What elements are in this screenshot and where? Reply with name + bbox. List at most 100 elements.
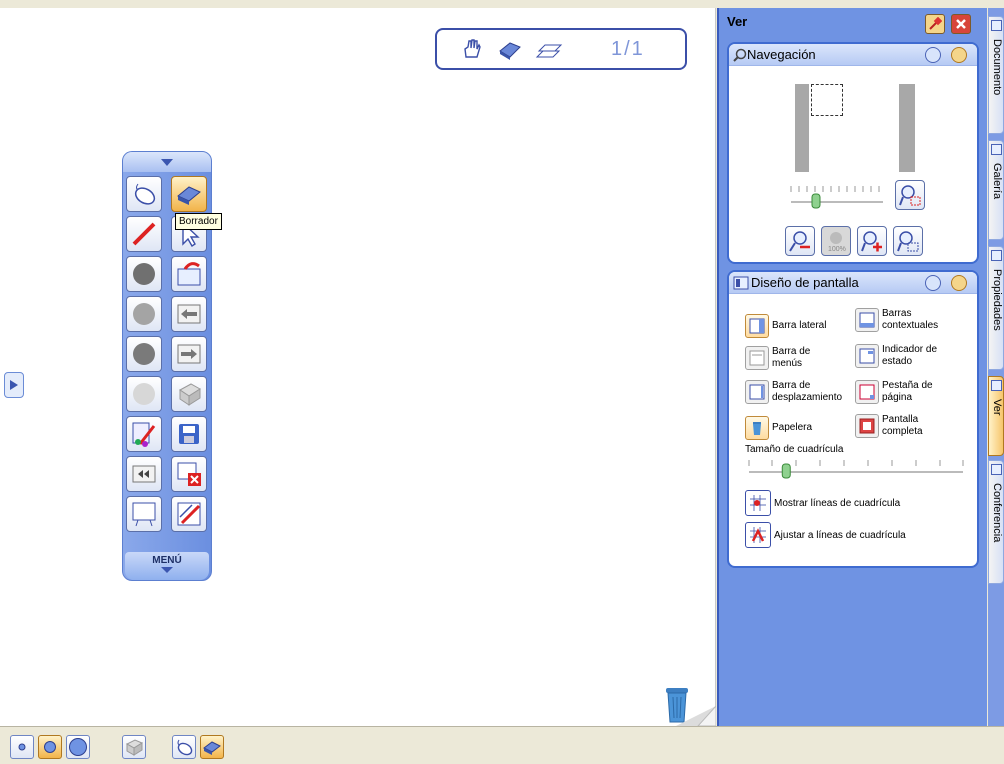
floppy-disk-icon <box>179 424 199 444</box>
eraser-mode-button[interactable] <box>200 735 224 759</box>
close-icon <box>956 19 966 29</box>
zoom-out-button[interactable] <box>785 226 815 256</box>
view-icon <box>991 380 1002 391</box>
pin-button[interactable] <box>925 14 945 34</box>
toolbar-menu-button[interactable]: MENÚ <box>125 552 209 580</box>
scrollbar-toggle[interactable]: Barra de desplazamiento <box>745 380 856 404</box>
highlighter-button[interactable] <box>126 296 162 332</box>
context-bars-toggle[interactable]: Barras contextuales <box>855 308 958 332</box>
gallery-icon <box>991 144 1002 155</box>
page-layers-icon[interactable] <box>533 35 563 63</box>
chevron-down-icon <box>161 567 173 573</box>
zoom-100-icon: 100% <box>828 232 846 253</box>
zoom-fit-icon <box>899 185 921 206</box>
trash-icon <box>745 416 769 440</box>
sidebar-toggle-button[interactable] <box>4 372 24 398</box>
show-grid-button[interactable]: Mostrar líneas de cuadrícula <box>745 490 900 516</box>
panel-header: Ver <box>727 14 981 36</box>
document-icon <box>991 20 1002 31</box>
large-dot-button[interactable] <box>66 735 90 759</box>
edit-pen-icon <box>177 502 201 526</box>
delete-page-button[interactable] <box>171 456 207 492</box>
show-grid-icon <box>745 490 771 516</box>
bottom-toolbar <box>0 726 1004 764</box>
pen-settings-button[interactable] <box>126 416 162 452</box>
medium-dot-button[interactable] <box>38 735 62 759</box>
open-page-button[interactable] <box>171 256 207 292</box>
eraser-icon[interactable] <box>495 35 525 63</box>
eraser-button[interactable] <box>171 176 207 212</box>
marker-button[interactable] <box>126 336 162 372</box>
rewind-icon <box>132 465 156 483</box>
pen-button[interactable] <box>126 216 162 252</box>
collapse-both-icon[interactable] <box>925 47 941 63</box>
rewind-button[interactable] <box>126 456 162 492</box>
zoom-100-button[interactable]: 100% <box>821 226 851 256</box>
menu-label: MENÚ <box>152 555 182 566</box>
fullscreen-toggle[interactable]: Pantalla completa <box>855 414 938 438</box>
dot-icon <box>133 303 155 325</box>
mouse-icon <box>134 183 156 205</box>
zoom-area-button[interactable] <box>893 226 923 256</box>
menu-bar-toggle[interactable]: Barra de menús <box>745 346 828 370</box>
app-window: 1/1 MENÚ Borrador Ver Navegación 100% Di… <box>0 0 1004 764</box>
mouse-button[interactable] <box>126 176 162 212</box>
grid-size-slider[interactable] <box>745 458 967 482</box>
zoom-fit-button[interactable] <box>895 180 925 210</box>
svg-text:100%: 100% <box>828 246 846 253</box>
menu-bar-icon <box>745 346 769 370</box>
cube-button[interactable] <box>122 735 146 759</box>
page-arrow-icon <box>177 262 201 286</box>
status-indicator-toggle[interactable]: Indicador de estado <box>855 344 938 368</box>
mouse-mode-button[interactable] <box>172 735 196 759</box>
screen-layout-header: Diseño de pantalla <box>729 272 977 294</box>
collapse-both-icon[interactable] <box>925 275 941 291</box>
zoom-in-button[interactable] <box>857 226 887 256</box>
dot-icon <box>133 343 155 365</box>
panel-title: Ver <box>727 14 748 29</box>
screen-layout-section: Diseño de pantalla Barra lateral Barras … <box>727 270 979 568</box>
board-button[interactable] <box>126 496 162 532</box>
collapse-vertical-icon[interactable] <box>951 275 967 291</box>
navigation-header: Navegación <box>729 44 977 66</box>
tab-propiedades[interactable]: Propiedades <box>988 246 1004 370</box>
pen-gray-button[interactable] <box>126 256 162 292</box>
hand-icon[interactable] <box>457 35 487 63</box>
toolbar-collapse[interactable] <box>123 152 211 172</box>
eraser-icon <box>203 741 221 755</box>
page-number: 1/1 <box>611 37 645 60</box>
snap-grid-icon <box>745 522 771 548</box>
grid-size-thumb[interactable] <box>781 463 791 479</box>
tab-ver[interactable]: Ver <box>988 376 1004 456</box>
side-tabs: Documento Galería Propiedades Ver Confer… <box>988 8 1004 726</box>
close-button[interactable] <box>951 14 971 34</box>
left-margin <box>0 8 8 726</box>
previous-page-button[interactable] <box>171 296 207 332</box>
screen-layout-title: Diseño de pantalla <box>751 275 859 290</box>
dot-icon <box>133 263 155 285</box>
sidebar-toggle[interactable]: Barra lateral <box>745 314 826 338</box>
collapse-vertical-icon[interactable] <box>951 47 967 63</box>
page-thumbnail[interactable] <box>795 84 915 172</box>
cube-icon <box>179 383 201 406</box>
page-tab-toggle[interactable]: Pestaña de página <box>855 380 938 404</box>
page-curl-icon[interactable] <box>676 706 716 726</box>
medium-circle-icon <box>44 741 56 753</box>
context-bars-icon <box>855 308 879 332</box>
tab-galeria[interactable]: Galería <box>988 140 1004 240</box>
whiteboard-canvas[interactable] <box>8 8 716 726</box>
light-pen-button[interactable] <box>126 376 162 412</box>
mouse-icon <box>177 739 193 756</box>
trash-toggle[interactable]: Papelera <box>745 416 812 440</box>
edit-pen-button[interactable] <box>171 496 207 532</box>
next-page-button[interactable] <box>171 336 207 372</box>
zoom-slider[interactable] <box>787 182 887 212</box>
tab-documento[interactable]: Documento <box>988 16 1004 134</box>
snap-grid-button[interactable]: Ajustar a líneas de cuadrícula <box>745 522 906 548</box>
save-button[interactable] <box>171 416 207 452</box>
magnifier-icon <box>733 48 747 62</box>
small-dot-button[interactable] <box>10 735 34 759</box>
tab-conferencia[interactable]: Conferencia <box>988 460 1004 584</box>
disabled-tool-button[interactable] <box>171 376 207 412</box>
viewport-rectangle[interactable] <box>811 84 843 116</box>
